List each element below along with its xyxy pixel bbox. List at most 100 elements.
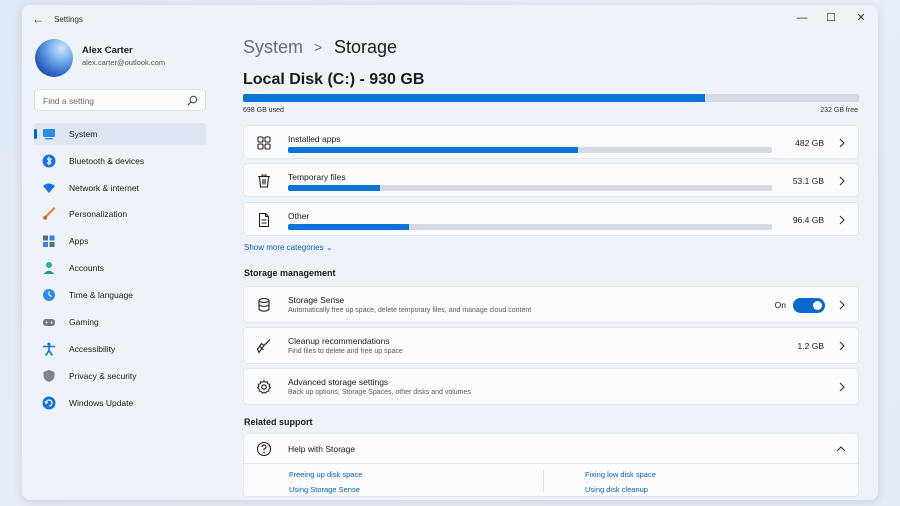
search-icon[interactable] bbox=[187, 95, 198, 106]
disk-used-label: 698 GB used bbox=[243, 107, 284, 114]
avatar[interactable] bbox=[35, 39, 73, 77]
sidebar-item-windows-update[interactable]: Windows Update bbox=[34, 392, 206, 414]
divider bbox=[543, 470, 544, 492]
category-bar-fill bbox=[288, 147, 579, 153]
chevron-right-icon bbox=[839, 300, 845, 310]
chevron-down-icon: ⌄ bbox=[325, 243, 333, 252]
help-link-using-disk-cleanup[interactable]: Using disk cleanup bbox=[585, 485, 648, 494]
page-title: Storage bbox=[334, 37, 398, 57]
wifi-icon bbox=[43, 183, 55, 193]
sidebar-item-label: Gaming bbox=[69, 317, 99, 327]
active-indicator bbox=[34, 129, 37, 139]
maximize-button[interactable]: ☐ bbox=[823, 11, 839, 25]
document-icon bbox=[258, 212, 270, 228]
settings-window: ← Settings — ☐ ✕ Alex Carter alex.carter… bbox=[22, 5, 878, 500]
disk-usage-bar bbox=[243, 94, 859, 102]
shield-icon bbox=[43, 370, 55, 382]
chevron-right-icon bbox=[839, 382, 845, 392]
setting-title: Storage Sense bbox=[288, 295, 345, 305]
toggle-state-label: On bbox=[774, 300, 786, 310]
sidebar-item-apps[interactable]: Apps bbox=[34, 230, 206, 252]
chevron-right-icon bbox=[839, 215, 845, 225]
sidebar-item-bluetooth[interactable]: Bluetooth & devices bbox=[34, 150, 206, 172]
breadcrumb-separator: > bbox=[314, 39, 323, 55]
search-placeholder: Find a setting bbox=[43, 96, 95, 106]
category-other[interactable]: Other 96.4 GB bbox=[243, 202, 859, 236]
globe-clock-icon bbox=[43, 289, 55, 301]
sidebar-item-network[interactable]: Network & internet bbox=[34, 177, 206, 199]
category-value: 482 GB bbox=[795, 138, 824, 148]
advanced-storage-settings-row[interactable]: Advanced storage settings Back up option… bbox=[243, 368, 859, 405]
related-support-heading: Related support bbox=[244, 417, 313, 427]
sidebar-item-privacy[interactable]: Privacy & security bbox=[34, 365, 206, 387]
accessibility-icon bbox=[42, 342, 56, 356]
gamepad-icon bbox=[43, 319, 55, 326]
breadcrumb-parent[interactable]: System bbox=[243, 37, 303, 58]
storage-management-heading: Storage management bbox=[244, 268, 336, 278]
apps-grid-icon bbox=[257, 136, 271, 150]
storage-sense-toggle[interactable] bbox=[793, 298, 825, 313]
sidebar-item-accounts[interactable]: Accounts bbox=[34, 257, 206, 279]
sidebar-item-system[interactable]: System bbox=[34, 123, 206, 145]
help-link-freeing-up-disk-space[interactable]: Freeing up disk space bbox=[289, 470, 362, 479]
sidebar-item-label: System bbox=[69, 129, 98, 139]
title-bar: ← Settings — ☐ ✕ bbox=[22, 5, 878, 33]
category-label: Temporary files bbox=[288, 172, 346, 182]
sidebar-item-accessibility[interactable]: Accessibility bbox=[34, 338, 206, 360]
gear-icon bbox=[256, 379, 272, 394]
cleanup-recommendations-row[interactable]: Cleanup recommendations Find files to de… bbox=[243, 327, 859, 364]
trash-icon bbox=[258, 174, 270, 188]
search-input[interactable]: Find a setting bbox=[34, 89, 206, 111]
chevron-right-icon bbox=[839, 176, 845, 186]
chevron-right-icon bbox=[839, 138, 845, 148]
update-icon bbox=[42, 396, 56, 410]
sidebar-item-label: Windows Update bbox=[69, 398, 134, 408]
show-more-categories-link[interactable]: Show more categories ⌄ bbox=[244, 243, 333, 252]
category-value: 53.1 GB bbox=[792, 176, 824, 186]
divider bbox=[244, 463, 858, 464]
storage-sense-row[interactable]: Storage Sense Automatically free up spac… bbox=[243, 286, 859, 323]
category-bar bbox=[288, 185, 772, 191]
broom-icon bbox=[256, 339, 271, 354]
chevron-right-icon bbox=[839, 341, 845, 351]
user-email: alex.carter@outlook.com bbox=[82, 58, 166, 67]
help-title[interactable]: Help with Storage bbox=[288, 444, 355, 454]
category-bar-fill bbox=[288, 224, 409, 230]
help-icon bbox=[256, 441, 272, 457]
setting-subtitle: Automatically free up space, delete temp… bbox=[288, 307, 532, 314]
person-icon bbox=[43, 262, 55, 274]
chevron-up-icon[interactable] bbox=[836, 445, 846, 453]
setting-subtitle: Back up options, Storage Spaces, other d… bbox=[288, 389, 471, 396]
help-link-fixing-low-disk-space[interactable]: Fixing low disk space bbox=[585, 470, 656, 479]
sidebar-item-label: Apps bbox=[69, 236, 89, 246]
disk-title: Local Disk (C:) - 930 GB bbox=[243, 71, 425, 88]
app-title: Settings bbox=[54, 15, 83, 24]
close-button[interactable]: ✕ bbox=[853, 11, 869, 25]
sidebar-item-label: Network & internet bbox=[69, 183, 139, 193]
category-value: 96.4 GB bbox=[792, 215, 824, 225]
disk-usage-fill bbox=[243, 94, 705, 102]
sidebar-item-label: Privacy & security bbox=[69, 371, 137, 381]
sidebar-item-gaming[interactable]: Gaming bbox=[34, 311, 206, 333]
sidebar-item-label: Bluetooth & devices bbox=[69, 156, 145, 166]
brush-icon bbox=[43, 207, 56, 220]
help-link-using-storage-sense[interactable]: Using Storage Sense bbox=[289, 485, 360, 494]
sidebar-item-label: Time & language bbox=[69, 290, 133, 300]
show-more-label: Show more categories bbox=[244, 243, 324, 252]
sidebar-item-time-language[interactable]: Time & language bbox=[34, 284, 206, 306]
category-temporary-files[interactable]: Temporary files 53.1 GB bbox=[243, 163, 859, 197]
help-with-storage-panel: Help with Storage Freeing up disk space … bbox=[243, 433, 859, 497]
database-icon bbox=[258, 297, 270, 312]
apps-icon bbox=[43, 235, 55, 247]
category-bar bbox=[288, 147, 772, 153]
category-installed-apps[interactable]: Installed apps 482 GB bbox=[243, 125, 859, 159]
sidebar-item-label: Personalization bbox=[69, 209, 128, 219]
sidebar-item-personalization[interactable]: Personalization bbox=[34, 203, 206, 225]
minimize-button[interactable]: — bbox=[794, 11, 810, 25]
category-bar bbox=[288, 224, 772, 230]
system-monitor-icon bbox=[43, 129, 55, 140]
back-button[interactable]: ← bbox=[32, 13, 46, 25]
disk-free-label: 232 GB free bbox=[820, 107, 858, 114]
setting-value: 1.2 GB bbox=[797, 341, 824, 351]
category-label: Other bbox=[288, 211, 310, 221]
